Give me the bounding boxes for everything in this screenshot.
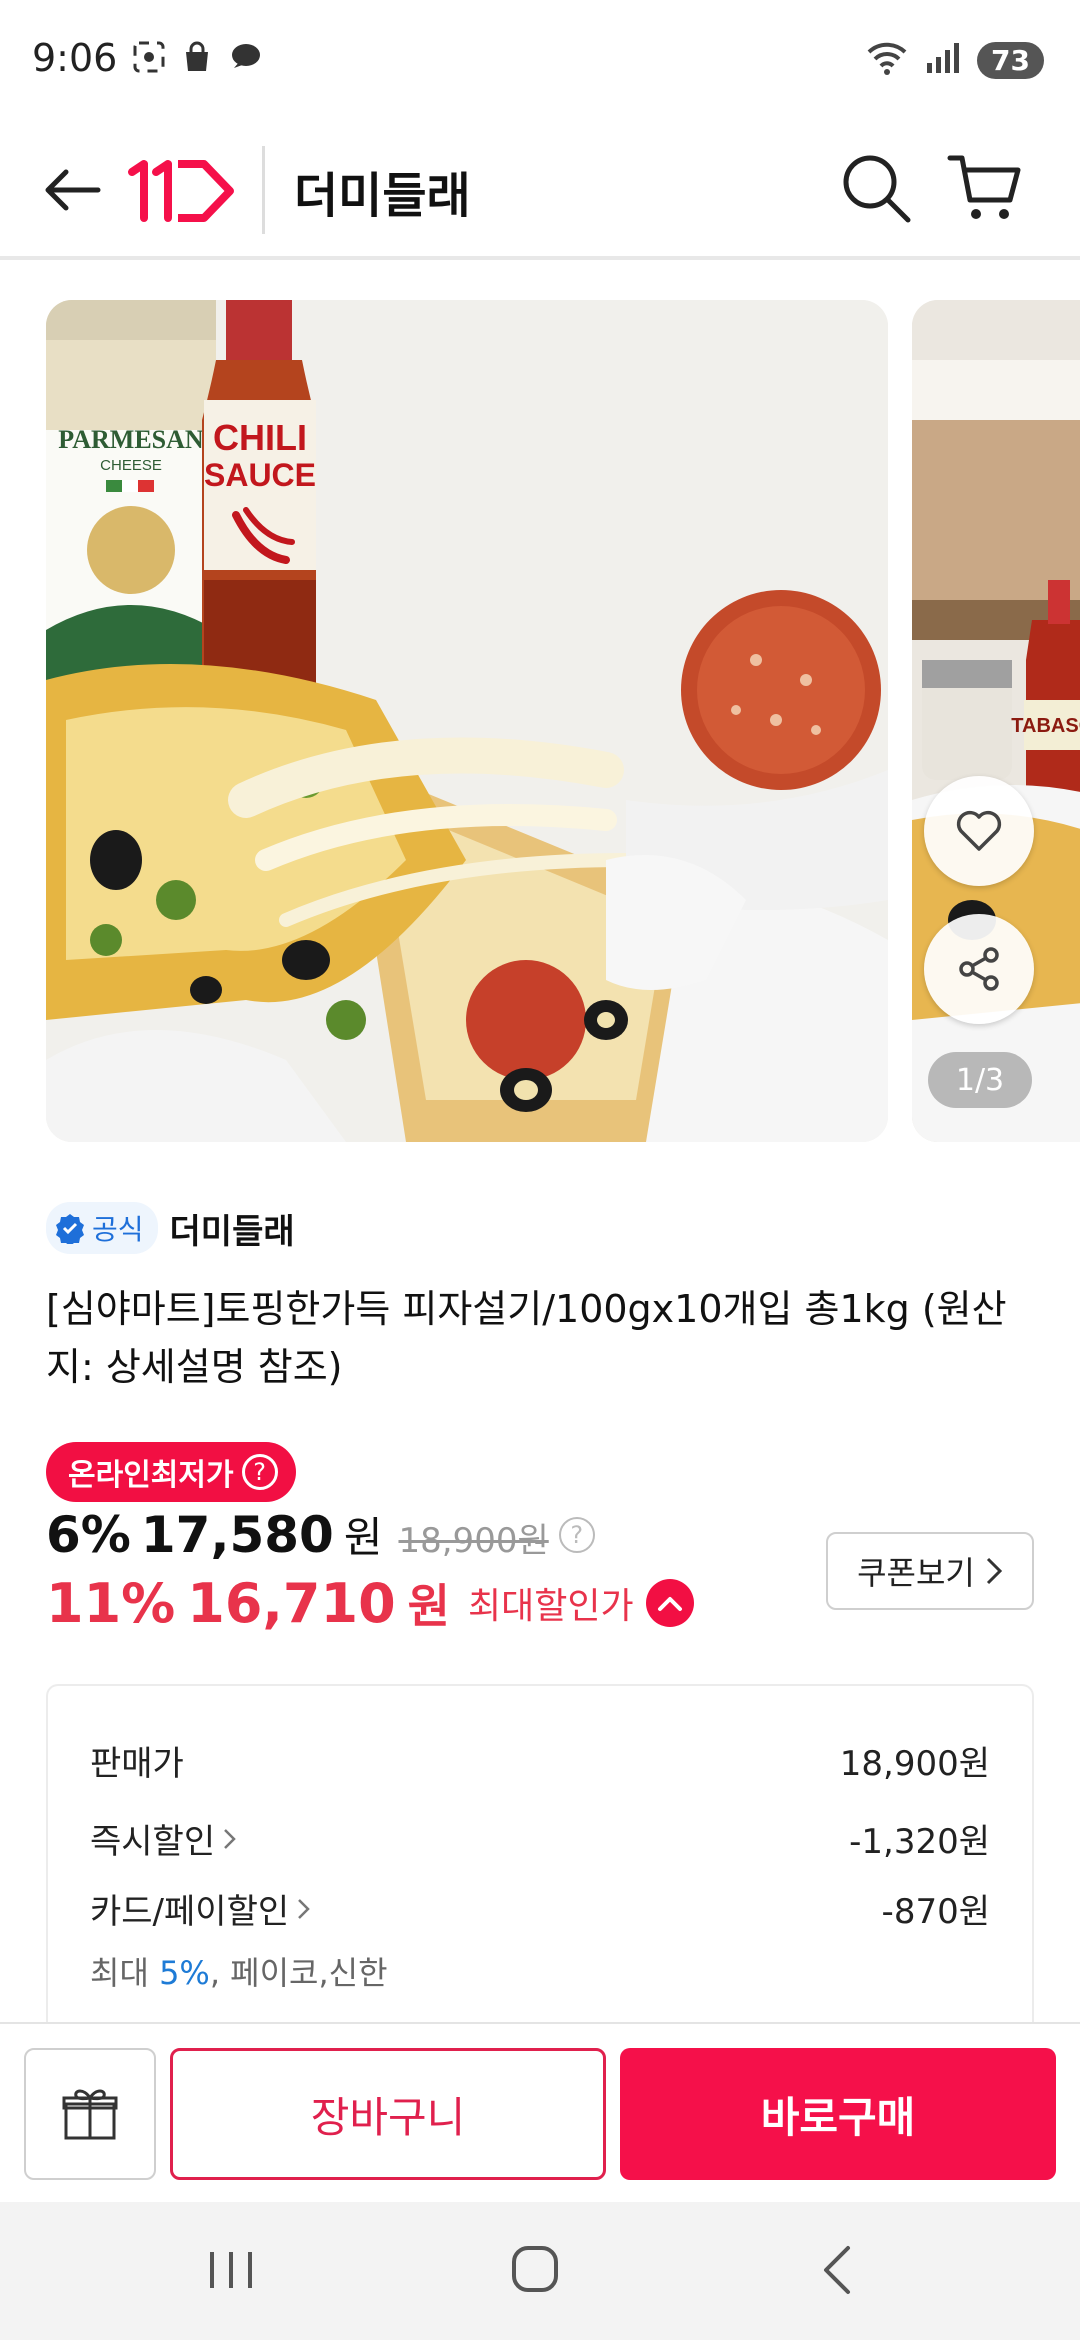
chat-bubble-icon xyxy=(228,40,262,74)
search-icon[interactable] xyxy=(838,150,914,226)
status-bar: 9:06 73 xyxy=(0,0,1080,120)
share-icon[interactable] xyxy=(924,914,1034,1024)
list-price-label: 판매가 xyxy=(90,1744,184,1784)
chevron-right-icon xyxy=(224,1828,236,1849)
price-row-sale: 6% 17,580 원 18,900원 ? xyxy=(46,1504,595,1565)
view-coupons-label: 쿠폰보기 xyxy=(857,1554,975,1592)
store-title: 더미들래 xyxy=(294,168,471,224)
original-price: 18,900원 xyxy=(398,1521,549,1561)
price-breakdown: 판매가 18,900원 즉시할인 -1,320원 카드/페이할인 -870원 최… xyxy=(46,1684,1034,2024)
app-header: 더미들래 xyxy=(0,120,1080,260)
lowest-price-badge[interactable]: 온라인최저가 ? xyxy=(46,1442,296,1502)
screenshot-icon xyxy=(132,40,166,74)
chili-label: CHILI xyxy=(213,417,307,458)
lowest-price-label: 온라인최저가 xyxy=(68,1458,234,1493)
gift-icon xyxy=(62,2089,118,2140)
price-info-icon[interactable]: ? xyxy=(558,1516,595,1553)
max-discount-rate: 11% xyxy=(46,1571,176,1635)
battery-indicator: 73 xyxy=(977,41,1044,79)
product-image-carousel[interactable]: PARMESAN CHEESE CHILI SAUCE TABAS 1/3 xyxy=(0,296,1080,1144)
buy-now-button[interactable]: 바로구매 xyxy=(620,2048,1056,2180)
bottom-action-bar: 장바구니 바로구매 xyxy=(0,2022,1080,2202)
gift-button[interactable] xyxy=(24,2048,156,2180)
sale-discount-rate: 6% xyxy=(46,1506,131,1564)
list-price-value: 18,900원 xyxy=(839,1744,990,1784)
system-back-icon[interactable] xyxy=(804,2240,874,2300)
official-label: 공식 xyxy=(92,1213,144,1246)
status-right: 73 xyxy=(865,40,1044,80)
product-image-main[interactable]: PARMESAN CHEESE CHILI SAUCE xyxy=(46,300,888,1142)
price-breakdown-row[interactable]: 즉시할인 -1,320원 xyxy=(90,1814,990,1863)
max-discount-price: 16,710 xyxy=(187,1571,396,1635)
status-time: 9:06 xyxy=(32,36,118,80)
system-navigation-bar xyxy=(0,2202,1080,2340)
card-pay-discount-label[interactable]: 카드/페이할인 xyxy=(90,1884,311,1933)
card-discount-note: 최대 5%, 페이코,신한 xyxy=(90,1954,388,1992)
cheese-label: CHEESE xyxy=(100,457,162,474)
shopping-bag-icon xyxy=(180,40,214,74)
max-discount-price-unit: 원 xyxy=(407,1579,450,1633)
price-breakdown-row[interactable]: 카드/페이할인 -870원 xyxy=(90,1884,990,1933)
header-divider xyxy=(262,146,265,234)
add-to-cart-button[interactable]: 장바구니 xyxy=(170,2048,606,2180)
official-badge: 공식 xyxy=(46,1202,158,1254)
sale-price: 17,580 xyxy=(140,1506,334,1564)
max-discount-label: 최대할인가 xyxy=(467,1586,634,1627)
instant-discount-label[interactable]: 즉시할인 xyxy=(90,1814,237,1863)
home-icon[interactable] xyxy=(500,2240,570,2300)
image-counter: 1/3 xyxy=(928,1052,1032,1108)
price-row-max-discount: 11% 16,710 원 최대할인가 xyxy=(46,1570,694,1636)
product-title: [심야마트]토핑한가득 피자설기/100gx10개입 총1kg (원산지: 상세… xyxy=(46,1287,1007,1389)
view-coupons-button[interactable]: 쿠폰보기 xyxy=(826,1532,1034,1610)
wishlist-heart-icon[interactable] xyxy=(924,776,1034,886)
sale-price-unit: 원 xyxy=(343,1513,383,1562)
help-icon[interactable]: ? xyxy=(241,1454,278,1490)
card-discount-rate: 5% xyxy=(159,1954,210,1992)
wifi-icon xyxy=(865,40,909,80)
seller-row[interactable]: 공식 더미들래 xyxy=(46,1202,295,1254)
card-pay-discount-value: -870원 xyxy=(881,1892,990,1932)
sauce-label: SAUCE xyxy=(204,457,316,493)
signal-icon xyxy=(925,41,961,79)
tabasco-label: TABASCO xyxy=(1011,715,1080,737)
11st-logo[interactable] xyxy=(126,156,238,224)
chevron-right-icon xyxy=(986,1557,1002,1585)
instant-discount-value: -1,320원 xyxy=(849,1822,990,1862)
chevron-up-icon[interactable] xyxy=(645,1579,694,1627)
verified-check-icon xyxy=(56,1214,84,1244)
price-breakdown-row: 판매가 18,900원 xyxy=(90,1736,990,1785)
seller-name[interactable]: 더미들래 xyxy=(170,1204,295,1253)
back-arrow-icon[interactable] xyxy=(40,158,104,222)
cart-icon[interactable] xyxy=(944,148,1024,228)
chevron-right-icon xyxy=(298,1898,310,1919)
notification-icons xyxy=(132,40,262,74)
parmesan-label: PARMESAN xyxy=(58,425,204,454)
recent-apps-icon[interactable] xyxy=(196,2240,266,2300)
